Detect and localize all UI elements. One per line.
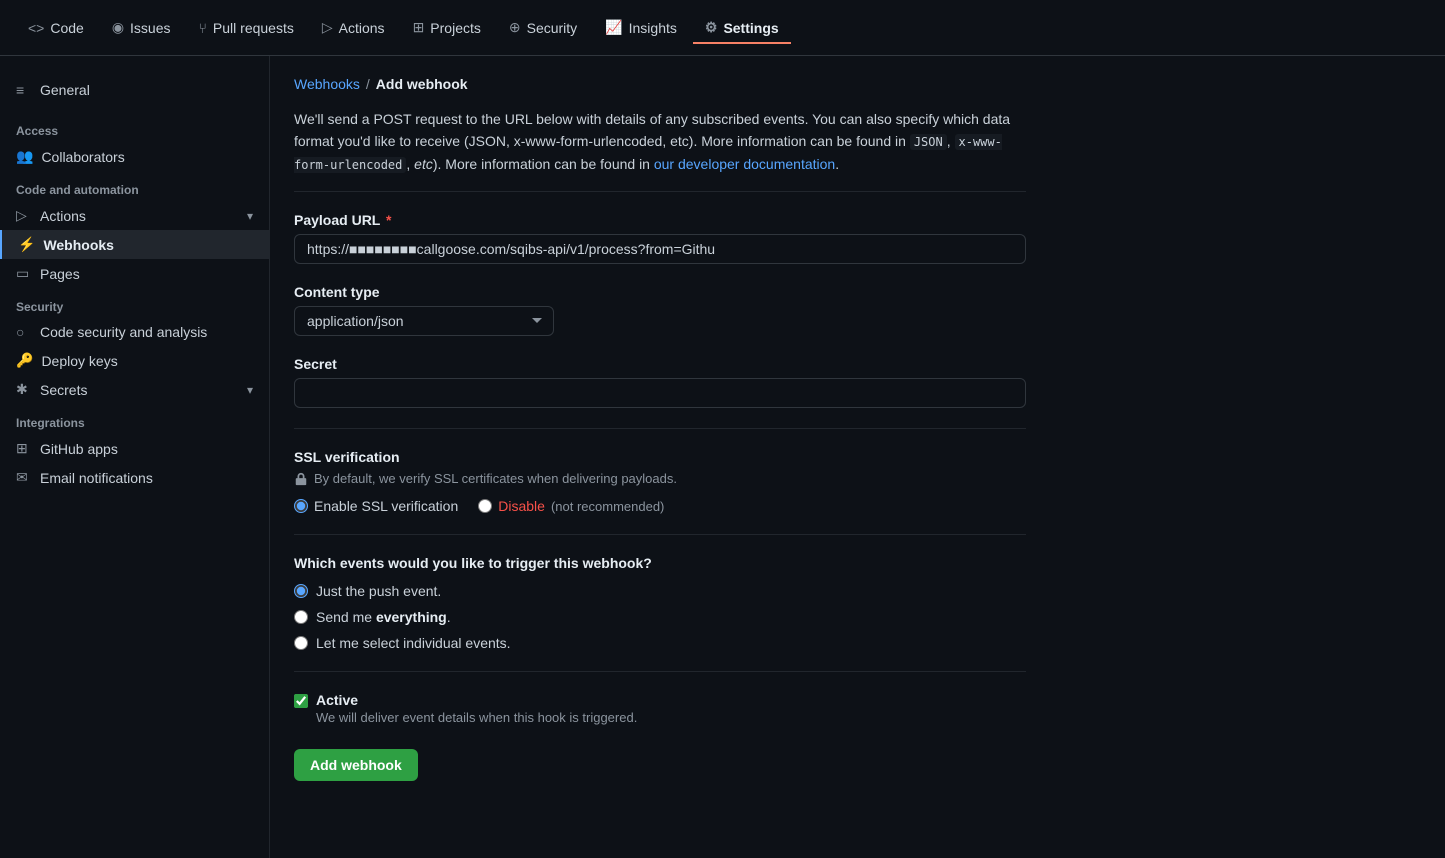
divider-active [294,671,1026,672]
lock-icon [294,472,308,486]
main-layout: ≡ General Access 👥 Collaborators Code an… [0,56,1445,858]
section-label-code-automation: Code and automation [0,171,269,201]
required-indicator: * [386,212,391,228]
payload-url-group: Payload URL * [294,212,1026,264]
event-everything-radio[interactable] [294,610,308,624]
content-area: Webhooks / Add webhook We'll send a POST… [270,56,1050,801]
sidebar-item-collaborators[interactable]: 👥 Collaborators [0,142,269,171]
ssl-title: SSL verification [294,449,1026,465]
nav-settings[interactable]: ⚙ Settings [693,11,791,44]
nav-insights[interactable]: 📈 Insights [593,11,689,44]
pages-icon: ▭ [16,265,32,282]
code-icon: <> [28,20,44,36]
active-checkbox-row: Active We will deliver event details whe… [294,692,1026,725]
sidebar: ≡ General Access 👥 Collaborators Code an… [0,56,270,858]
event-everything-label[interactable]: Send me everything. [294,609,1026,625]
ssl-enable-label[interactable]: Enable SSL verification [294,498,458,514]
content-type-group: Content type application/json applicatio… [294,284,1026,336]
event-push-radio[interactable] [294,584,308,598]
ssl-disable-label[interactable]: Disable (not recommended) [478,498,664,514]
sidebar-item-secrets[interactable]: ✱ Secrets ▾ [0,375,269,404]
webhooks-icon: ⚡ [18,236,35,253]
ssl-disable-radio[interactable] [478,499,492,513]
ssl-enable-radio[interactable] [294,499,308,513]
ssl-section: SSL verification By default, we verify S… [294,449,1026,514]
divider-events [294,534,1026,535]
content-type-select[interactable]: application/json application/x-www-form-… [294,306,554,336]
ssl-description: By default, we verify SSL certificates w… [294,471,1026,486]
payload-url-input[interactable] [294,234,1026,264]
breadcrumb-current: Add webhook [376,76,468,92]
event-individual-label[interactable]: Let me select individual events. [294,635,1026,651]
sidebar-item-github-apps[interactable]: ⊞ GitHub apps [0,434,269,463]
sidebar-general-item[interactable]: ≡ General [0,72,269,112]
form-description: We'll send a POST request to the URL bel… [294,108,1026,192]
active-description: We will deliver event details when this … [316,710,637,725]
events-title: Which events would you like to trigger t… [294,555,1026,571]
pull-requests-icon: ⑂ [199,20,207,36]
active-section: Active We will deliver event details whe… [294,692,1026,725]
breadcrumb-separator: / [366,76,370,92]
secrets-icon: ✱ [16,381,32,398]
events-radio-stack: Just the push event. Send me everything.… [294,583,1026,651]
issues-icon: ◉ [112,19,124,36]
secret-input[interactable] [294,378,1026,408]
webhook-form: We'll send a POST request to the URL bel… [294,108,1026,781]
secret-group: Secret [294,356,1026,408]
actions-icon: ▷ [322,19,333,36]
section-label-security: Security [0,288,269,318]
add-webhook-button[interactable]: Add webhook [294,749,418,781]
secret-label: Secret [294,356,1026,372]
sidebar-item-deploy-keys[interactable]: 🔑 Deploy keys [0,346,269,375]
content-type-label: Content type [294,284,1026,300]
sidebar-item-code-security[interactable]: ○ Code security and analysis [0,318,269,346]
sidebar-item-actions[interactable]: ▷ Actions ▾ [0,201,269,230]
insights-icon: 📈 [605,19,622,36]
nav-code[interactable]: <> Code [16,12,96,44]
github-apps-icon: ⊞ [16,440,32,457]
event-push-label[interactable]: Just the push event. [294,583,1026,599]
developer-docs-link[interactable]: our developer documentation [654,156,835,172]
nav-issues[interactable]: ◉ Issues [100,11,183,44]
sidebar-item-pages[interactable]: ▭ Pages [0,259,269,288]
section-label-access: Access [0,112,269,142]
deploy-keys-icon: 🔑 [16,352,33,369]
events-group: Which events would you like to trigger t… [294,555,1026,651]
divider-ssl [294,428,1026,429]
collaborators-icon: 👥 [16,148,33,165]
nav-security[interactable]: ⊕ Security [497,11,589,44]
general-icon: ≡ [16,82,32,98]
active-checkbox[interactable] [294,694,308,708]
secrets-chevron-icon: ▾ [247,383,253,397]
settings-icon: ⚙ [705,19,718,36]
payload-url-label: Payload URL * [294,212,1026,228]
main-content: Webhooks / Add webhook We'll send a POST… [270,56,1445,858]
ssl-radio-group: Enable SSL verification Disable (not rec… [294,498,1026,514]
actions-sidebar-icon: ▷ [16,207,32,224]
nav-projects[interactable]: ⊞ Projects [401,11,493,44]
top-nav: <> Code ◉ Issues ⑂ Pull requests ▷ Actio… [0,0,1445,56]
actions-chevron-icon: ▾ [247,209,253,223]
security-icon: ⊕ [509,19,521,36]
code-security-icon: ○ [16,324,32,340]
sidebar-item-webhooks[interactable]: ⚡ Webhooks [0,230,269,259]
event-individual-radio[interactable] [294,636,308,650]
breadcrumb: Webhooks / Add webhook [294,76,1026,92]
nav-pull-requests[interactable]: ⑂ Pull requests [187,12,306,44]
section-label-integrations: Integrations [0,404,269,434]
sidebar-item-email-notifications[interactable]: ✉ Email notifications [0,463,269,492]
projects-icon: ⊞ [413,19,425,36]
email-notifications-icon: ✉ [16,469,32,486]
breadcrumb-parent[interactable]: Webhooks [294,76,360,92]
active-label: Active [316,692,637,708]
nav-actions[interactable]: ▷ Actions [310,11,397,44]
